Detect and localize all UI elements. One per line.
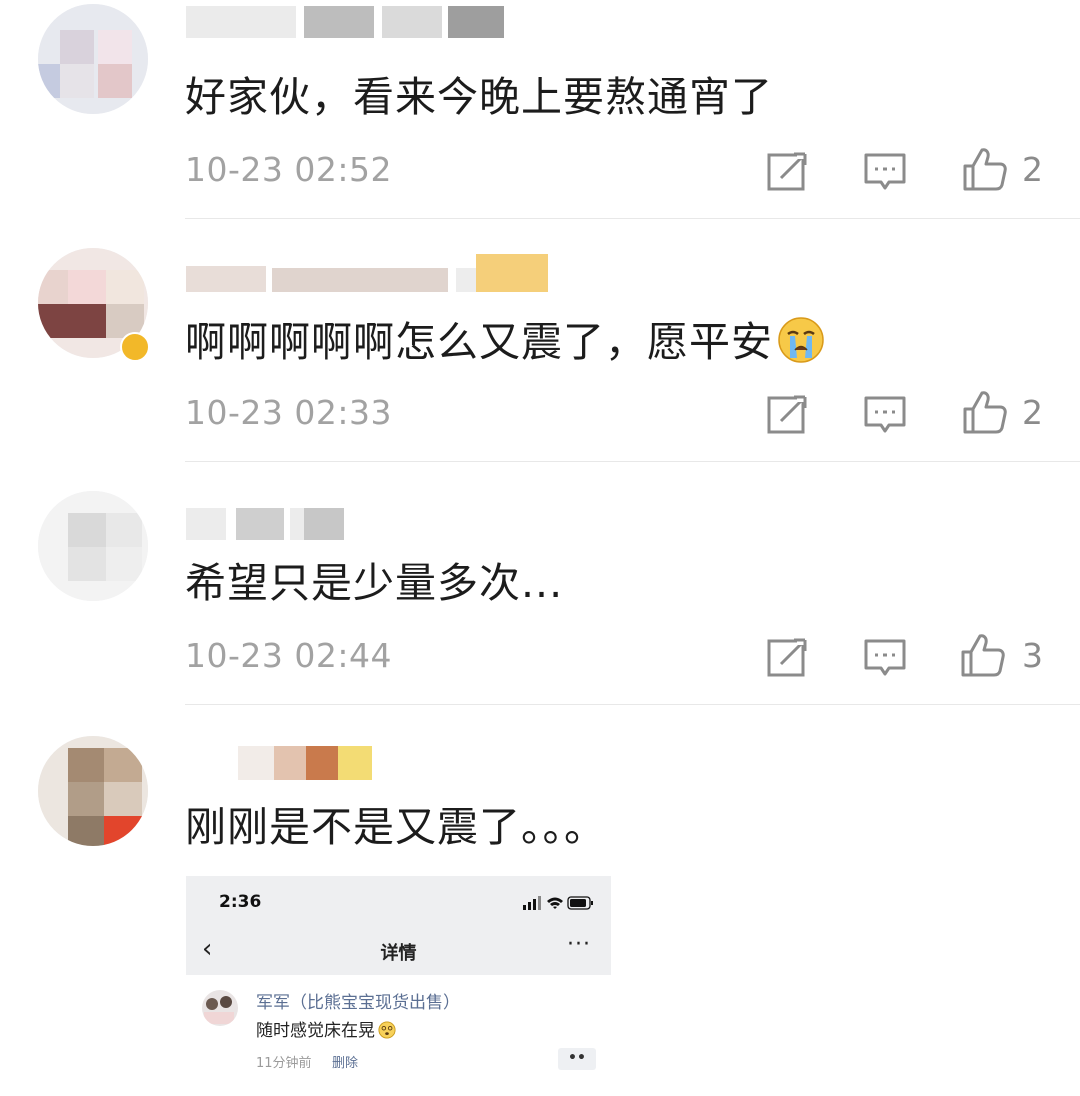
embedded-screenshot[interactable]: 2:36 ‹ 详情 ··· 军军（比熊宝宝现货出售） 随时感觉床在晃 11分钟前… [186, 876, 611, 1076]
embedded-post-text: 随时感觉床在晃 [256, 1016, 396, 1041]
thumbs-up-icon [961, 634, 1005, 677]
comment-text: 好家伙，看来今晚上要熬通宵了 [185, 73, 773, 121]
avatar[interactable] [38, 736, 148, 846]
reply-button[interactable] [861, 633, 909, 681]
thumbs-up-icon [963, 148, 1007, 191]
comment-icon [864, 639, 906, 676]
like-count: 2 [1022, 150, 1043, 189]
comment-time: 10-23 02:52 [185, 150, 392, 189]
like-button[interactable] [960, 388, 1008, 436]
like-count: 3 [1022, 636, 1043, 675]
status-icons [523, 896, 593, 910]
avatar[interactable] [38, 491, 148, 601]
embedded-title: 详情 [380, 943, 417, 964]
divider [185, 461, 1080, 462]
embedded-more-button[interactable]: •• [558, 1048, 596, 1070]
username-blurred[interactable] [186, 508, 356, 542]
comment-text: 刚刚是不是又震了。。。 [185, 803, 606, 851]
share-icon [767, 394, 807, 434]
share-button[interactable] [764, 633, 812, 681]
comment-icon [864, 153, 906, 190]
embedded-avatar [202, 990, 238, 1026]
embedded-post-time: 11分钟前 [256, 1056, 312, 1071]
comment-text-content: 啊啊啊啊啊怎么又震了，愿平安 [185, 318, 773, 366]
reply-button[interactable] [861, 390, 909, 438]
dizzy-face-icon [378, 1021, 396, 1039]
comment-icon [864, 396, 906, 433]
comment-text: 啊啊啊啊啊怎么又震了，愿平安 [185, 316, 825, 367]
delete-link[interactable]: 删除 [332, 1052, 358, 1071]
like-button[interactable] [960, 145, 1008, 193]
share-button[interactable] [764, 147, 812, 195]
embedded-author[interactable]: 军军（比熊宝宝现货出售） [256, 988, 460, 1013]
share-button[interactable] [764, 390, 812, 438]
avatar[interactable] [38, 4, 148, 114]
more-button[interactable]: ··· [567, 932, 591, 957]
username-blurred[interactable] [186, 6, 506, 40]
like-count: 2 [1022, 393, 1043, 432]
divider [185, 704, 1080, 705]
divider [185, 218, 1080, 219]
username-blurred[interactable] [186, 254, 556, 292]
embedded-post-text-content: 随时感觉床在晃 [256, 1021, 375, 1041]
share-icon [767, 151, 807, 191]
like-button[interactable] [958, 631, 1006, 679]
share-icon [767, 637, 807, 677]
status-bar-time: 2:36 [219, 892, 262, 912]
comment-time: 10-23 02:33 [185, 393, 392, 432]
comment-text: 希望只是少量多次... [185, 559, 564, 607]
crying-face-icon [778, 317, 824, 363]
reply-button[interactable] [861, 147, 909, 195]
thumbs-up-icon [963, 391, 1007, 434]
username-blurred[interactable] [186, 742, 386, 780]
comment-time: 10-23 02:44 [185, 636, 392, 675]
verified-badge [120, 332, 150, 362]
